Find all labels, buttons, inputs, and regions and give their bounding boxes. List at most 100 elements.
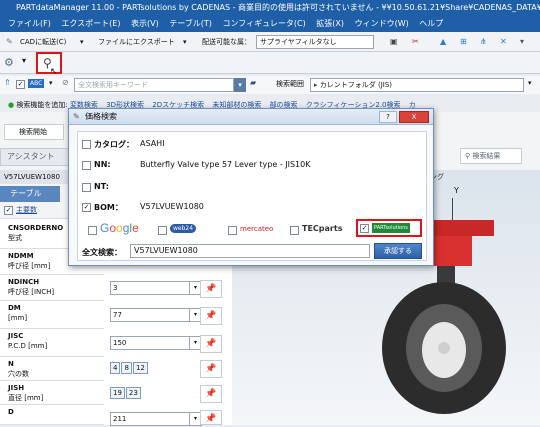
fulltext-search-input[interactable]: 全文検索用キーワード bbox=[74, 78, 234, 92]
menu-export[interactable]: エクスポート(E) bbox=[61, 19, 120, 28]
prop-code: JISC bbox=[8, 332, 24, 340]
pin-button[interactable]: 📌 bbox=[200, 410, 222, 425]
fulltext-checkbox[interactable]: ✓ bbox=[16, 80, 25, 89]
collapse-icon[interactable]: ⇑ bbox=[4, 78, 11, 87]
cad-transfer-icon: ✎ bbox=[6, 37, 13, 46]
n-chips: 4 8 12 bbox=[110, 362, 149, 374]
nt-checkbox[interactable] bbox=[82, 183, 91, 192]
menu-configurator[interactable]: コンフィギュレータ(C) bbox=[222, 19, 305, 28]
arrows-icon[interactable]: ✕ bbox=[500, 32, 507, 52]
nn-value: Butterfly Valve type 57 Lever type - JIS… bbox=[140, 160, 311, 169]
cad-transfer-button[interactable]: CADに転送(C) bbox=[20, 32, 66, 52]
pin-button[interactable]: 📌 bbox=[200, 385, 222, 403]
add-search-label: 検索機能を追加: bbox=[16, 101, 68, 109]
prop-code: CNSORDERNO bbox=[8, 224, 64, 232]
export-to-file-button[interactable]: ファイルにエクスポート bbox=[98, 32, 175, 52]
d-select[interactable]: 211 ▾ bbox=[110, 412, 202, 426]
book-icon[interactable]: ▰ bbox=[250, 78, 256, 87]
jish-chips: 19 23 bbox=[110, 387, 142, 399]
nt-label: NT: bbox=[94, 182, 109, 191]
search-results-button[interactable]: ⚲ 検索結果 bbox=[460, 148, 522, 164]
menu-table[interactable]: テーブル(T) bbox=[169, 19, 212, 28]
menu-window[interactable]: ウィンドウ(W) bbox=[355, 19, 409, 28]
catalog-label: カタログ： bbox=[94, 140, 134, 149]
web24-logo: web24 bbox=[170, 224, 197, 233]
fulltext-input-value: V57LVUEW1080 bbox=[134, 246, 198, 255]
execute-button[interactable]: 承認する bbox=[374, 243, 422, 259]
prop-n: N 穴の数 bbox=[0, 357, 104, 381]
search-start-button[interactable]: 検索開始 bbox=[4, 124, 64, 140]
partsolutions-option[interactable]: ✓ PARTsolutions bbox=[356, 219, 422, 237]
chip-option[interactable]: 12 bbox=[132, 362, 148, 374]
web24-checkbox[interactable] bbox=[158, 226, 167, 235]
pin-button[interactable]: 📌 bbox=[200, 360, 222, 378]
search-scope-select[interactable]: ▸ カレントフォルダ (JIS) bbox=[310, 78, 524, 92]
prop-name: 呼び径 [mm] bbox=[8, 262, 51, 270]
settings-icon[interactable]: ⚙ bbox=[4, 56, 14, 69]
fulltext-input[interactable]: V57LVUEW1080 bbox=[130, 244, 370, 258]
dialog-close-button[interactable]: X bbox=[399, 111, 429, 123]
search-dropdown-button[interactable]: ▾ bbox=[234, 78, 246, 92]
ndinch-select[interactable]: 3 ▾ bbox=[110, 281, 202, 295]
partsolutions-checkbox[interactable]: ✓ bbox=[360, 224, 369, 233]
chip-option[interactable]: 23 bbox=[125, 387, 141, 399]
pin-button[interactable]: 📌 bbox=[200, 280, 222, 298]
bom-value: V57LVUEW1080 bbox=[140, 202, 204, 211]
ndinch-value: 3 bbox=[113, 284, 118, 292]
prop-code: N bbox=[8, 360, 14, 368]
d-value: 211 bbox=[113, 415, 127, 423]
pin-button[interactable]: 📌 bbox=[200, 335, 222, 353]
dialog-title-bar: ✎ 価格検索 ? X bbox=[69, 109, 433, 125]
dropdown-icon[interactable]: ▾ bbox=[520, 32, 524, 52]
menu-extensions[interactable]: 拡張(X) bbox=[316, 19, 344, 28]
menu-bar: ファイル(F) エクスポート(E) 表示(V) テーブル(T) コンフィギュレー… bbox=[0, 16, 540, 32]
chip-option[interactable]: 19 bbox=[110, 387, 125, 399]
catalog-value: ASAHI bbox=[140, 139, 165, 148]
prop-dm: DM [mm] bbox=[0, 301, 104, 329]
google-checkbox[interactable] bbox=[88, 226, 97, 235]
tab-table[interactable]: テーブル bbox=[0, 186, 60, 202]
menu-view[interactable]: 表示(V) bbox=[131, 19, 159, 28]
dialog-help-button[interactable]: ? bbox=[379, 111, 397, 123]
mercateo-checkbox[interactable] bbox=[228, 226, 237, 235]
dialog-body: カタログ： ASAHI NN: Butterfly Valve type 57 … bbox=[77, 131, 427, 261]
tree-icon[interactable]: ⊞ bbox=[460, 32, 467, 52]
supplier-filter-select[interactable]: サプライヤフィルタなし bbox=[256, 35, 374, 49]
pin-button[interactable]: 📌 bbox=[200, 307, 222, 325]
prop-name: 直径 [mm] bbox=[8, 394, 44, 402]
menu-file[interactable]: ファイル(F) bbox=[8, 19, 51, 28]
main-var-checkbox[interactable]: ✓ bbox=[4, 206, 13, 215]
google-logo: Google bbox=[100, 221, 139, 235]
jisc-select[interactable]: 150 ▾ bbox=[110, 336, 202, 350]
tecparts-checkbox[interactable] bbox=[290, 226, 299, 235]
plus-icon: ● bbox=[8, 101, 15, 109]
google-letter: G bbox=[100, 221, 110, 235]
tool-icon[interactable]: ✂ bbox=[412, 32, 419, 52]
abc-badge: ABC bbox=[28, 79, 45, 88]
prop-name: 型式 bbox=[8, 234, 22, 242]
main-var-link[interactable]: 主要数 bbox=[16, 205, 37, 215]
chevron-down-icon: ▾ bbox=[49, 79, 53, 87]
spellcheck-icon[interactable]: ⊘ bbox=[62, 78, 69, 87]
prop-ndinch: NDINCH 呼び径 [INCH] bbox=[0, 275, 104, 301]
fulltext-search-placeholder: 全文検索用キーワード bbox=[78, 81, 148, 89]
nn-checkbox[interactable] bbox=[82, 161, 91, 170]
network-icon[interactable]: ⋔ bbox=[480, 32, 487, 52]
chip-option[interactable]: 8 bbox=[121, 362, 132, 374]
chip-option[interactable]: 4 bbox=[110, 362, 121, 374]
price-search-button[interactable]: ⚲ bbox=[36, 52, 62, 74]
catalog-checkbox[interactable] bbox=[82, 140, 91, 149]
prop-jisc: JISC P.C.D [mm] bbox=[0, 329, 104, 357]
dialog-icon: ✎ bbox=[73, 112, 80, 121]
chart-icon[interactable]: ▲ bbox=[440, 32, 446, 52]
dm-select[interactable]: 77 ▾ bbox=[110, 308, 202, 322]
window-title: PARTdataManager 11.00 - PARTsolutions by… bbox=[0, 0, 540, 16]
menu-help[interactable]: ヘルプ bbox=[419, 19, 443, 28]
window-icon[interactable]: ▣ bbox=[390, 32, 398, 52]
prop-code: NDMM bbox=[8, 252, 34, 260]
prop-name: P.C.D [mm] bbox=[8, 342, 48, 350]
prop-name: 呼び径 [INCH] bbox=[8, 288, 55, 296]
bom-checkbox[interactable]: ✓ bbox=[82, 203, 91, 212]
secondary-toolbar: ⚙ ▾ ⚲ ↖ bbox=[0, 52, 540, 77]
search-scope-label: 検索範囲 bbox=[276, 80, 304, 88]
